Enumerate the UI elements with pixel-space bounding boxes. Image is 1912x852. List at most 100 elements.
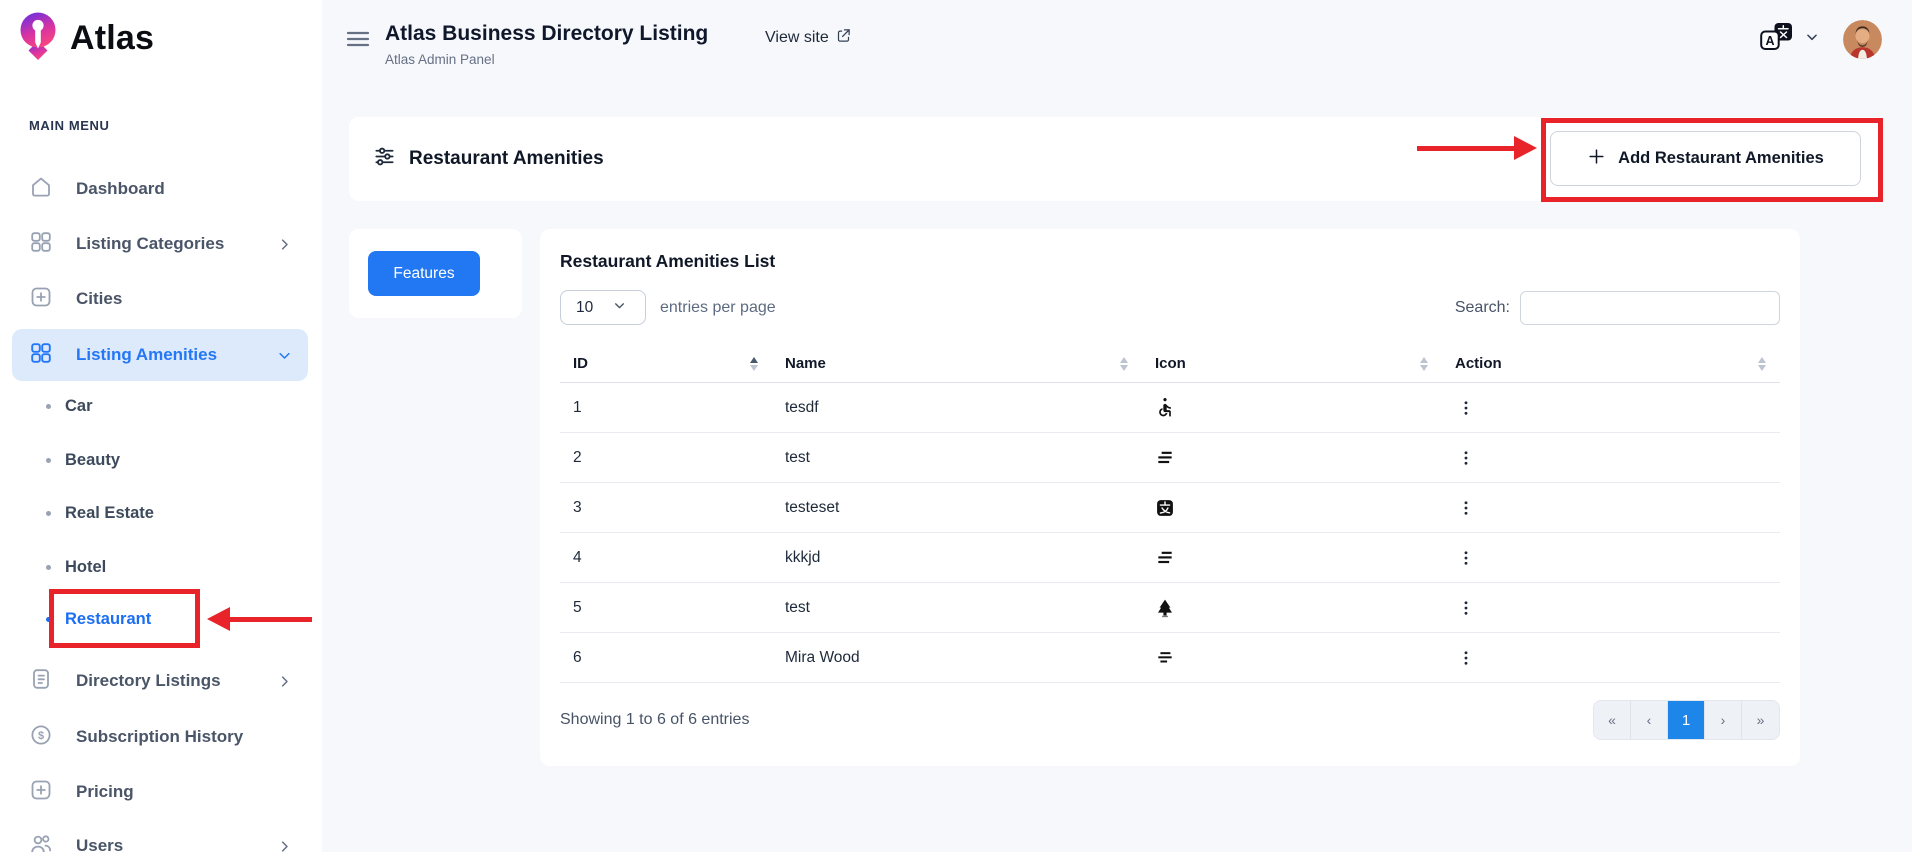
sidebar-subitem-beauty[interactable]: Beauty — [46, 440, 296, 480]
column-header-icon[interactable]: Icon — [1142, 355, 1442, 372]
amenities-table-card: Restaurant Amenities List 10 entries per… — [540, 229, 1800, 766]
sidebar-item-label: Pricing — [76, 782, 292, 802]
cell-name: tesdf — [772, 399, 1142, 417]
cell-id: 3 — [560, 499, 772, 517]
page-heading: Atlas Business Directory Listing Atlas A… — [385, 22, 708, 67]
chevron-right-icon — [277, 839, 292, 852]
short-lines-icon — [1155, 648, 1175, 668]
sidebar-item-label: Subscription History — [76, 727, 292, 747]
sidebar-item-label: Directory Listings — [76, 671, 254, 691]
list-icon — [29, 667, 53, 696]
svg-text:A: A — [1765, 34, 1774, 48]
pagination-page-1-button[interactable]: 1 — [1668, 701, 1705, 739]
sidebar-item-cities[interactable]: Cities — [12, 277, 308, 321]
table-title: Restaurant Amenities List — [560, 251, 1780, 272]
pagination: « ‹ 1 › » — [1593, 700, 1780, 740]
kebab-menu-icon[interactable] — [1455, 646, 1477, 670]
sidebar-item-listing-categories[interactable]: Listing Categories — [12, 222, 308, 266]
align-lines-icon — [1155, 548, 1175, 568]
cell-id: 2 — [560, 449, 772, 467]
column-header-id[interactable]: ID — [560, 355, 772, 372]
entries-summary: Showing 1 to 6 of 6 entries — [560, 711, 749, 729]
sort-icon — [750, 357, 758, 371]
chevron-down-icon — [277, 348, 292, 363]
chevron-right-icon — [277, 674, 292, 689]
sidebar-item-directory-listings[interactable]: Directory Listings — [12, 659, 308, 703]
kebab-menu-icon[interactable] — [1455, 496, 1477, 520]
view-site-link[interactable]: View site — [765, 28, 851, 48]
table-footer: Showing 1 to 6 of 6 entries « ‹ 1 › » — [560, 700, 1780, 740]
selected-page-size: 10 — [576, 299, 593, 317]
home-icon — [29, 175, 53, 204]
cell-name: kkkjd — [772, 549, 1142, 567]
plus-icon — [1587, 147, 1606, 171]
sidebar-item-dashboard[interactable]: Dashboard — [12, 167, 308, 211]
external-link-icon — [836, 28, 851, 48]
page-subtitle: Atlas Admin Panel — [385, 52, 708, 67]
sidebar-section-label: MAIN MENU — [29, 118, 110, 133]
sidebar-item-subscription-history[interactable]: $ Subscription History — [12, 715, 308, 759]
sidebar-subitem-real-estate[interactable]: Real Estate — [46, 493, 296, 533]
user-avatar[interactable] — [1843, 20, 1882, 59]
brand-name: Atlas — [70, 19, 154, 58]
sort-icon — [1420, 357, 1428, 371]
subitem-label: Hotel — [65, 558, 106, 577]
chevron-down-icon — [613, 299, 626, 317]
column-label: Action — [1455, 355, 1758, 372]
cell-id: 1 — [560, 399, 772, 417]
column-header-name[interactable]: Name — [772, 355, 1142, 372]
table-row: 1 tesdf — [560, 383, 1780, 433]
column-label: ID — [573, 355, 750, 372]
pagination-first-button[interactable]: « — [1594, 701, 1631, 739]
cell-name: Mira Wood — [772, 649, 1142, 667]
bullet-icon — [46, 511, 51, 516]
sidebar-item-users[interactable]: Users — [12, 824, 308, 852]
entries-per-page-label: entries per page — [660, 299, 776, 317]
grid-icon — [29, 230, 53, 259]
sidebar-subitem-restaurant[interactable]: Restaurant — [46, 599, 296, 639]
svg-text:$: $ — [38, 730, 44, 742]
subitem-label: Real Estate — [65, 504, 154, 523]
features-button[interactable]: Features — [368, 251, 480, 296]
app-window: Atlas MAIN MENU Dashboard Listing Catego… — [0, 0, 1912, 852]
sidebar-item-pricing[interactable]: Pricing — [12, 770, 308, 814]
cell-name: test — [772, 449, 1142, 467]
brand-logo[interactable]: Atlas — [14, 10, 154, 67]
sidebar: Atlas MAIN MENU Dashboard Listing Catego… — [0, 0, 322, 852]
pagination-prev-button[interactable]: ‹ — [1631, 701, 1668, 739]
add-restaurant-amenities-button[interactable]: Add Restaurant Amenities — [1550, 131, 1861, 186]
translate-icon: A — [1760, 22, 1795, 57]
page-title: Atlas Business Directory Listing — [385, 22, 708, 46]
bullet-icon — [46, 617, 51, 622]
grid-icon — [29, 341, 53, 370]
pagination-last-button[interactable]: » — [1742, 701, 1779, 739]
sort-icon — [1758, 357, 1766, 371]
column-label: Name — [785, 355, 1120, 372]
panel-title: Restaurant Amenities — [409, 148, 604, 170]
cell-id: 4 — [560, 549, 772, 567]
align-lines-icon — [1155, 448, 1175, 468]
sidebar-subitem-car[interactable]: Car — [46, 386, 296, 426]
park-tree-icon — [1155, 598, 1175, 618]
sidebar-item-label: Listing Amenities — [76, 345, 254, 365]
entries-per-page-select[interactable]: 10 — [560, 290, 646, 325]
hamburger-menu-icon[interactable] — [346, 26, 372, 52]
search-input[interactable] — [1520, 291, 1780, 325]
kebab-menu-icon[interactable] — [1455, 546, 1477, 570]
sort-icon — [1120, 357, 1128, 371]
sidebar-item-listing-amenities[interactable]: Listing Amenities — [12, 329, 308, 381]
kebab-menu-icon[interactable] — [1455, 446, 1477, 470]
sidebar-item-label: Listing Categories — [76, 234, 254, 254]
pagination-next-button[interactable]: › — [1705, 701, 1742, 739]
features-card: Features — [349, 229, 522, 318]
language-switcher[interactable]: A — [1760, 22, 1819, 57]
kebab-menu-icon[interactable] — [1455, 596, 1477, 620]
alipay-square-icon — [1155, 498, 1175, 518]
subitem-label: Car — [65, 397, 93, 416]
subitem-label: Beauty — [65, 451, 120, 470]
kebab-menu-icon[interactable] — [1455, 396, 1477, 420]
table-row: 6 Mira Wood — [560, 633, 1780, 683]
column-header-action[interactable]: Action — [1442, 355, 1780, 372]
sidebar-subitem-hotel[interactable]: Hotel — [46, 547, 296, 587]
sidebar-item-label: Users — [76, 836, 254, 852]
